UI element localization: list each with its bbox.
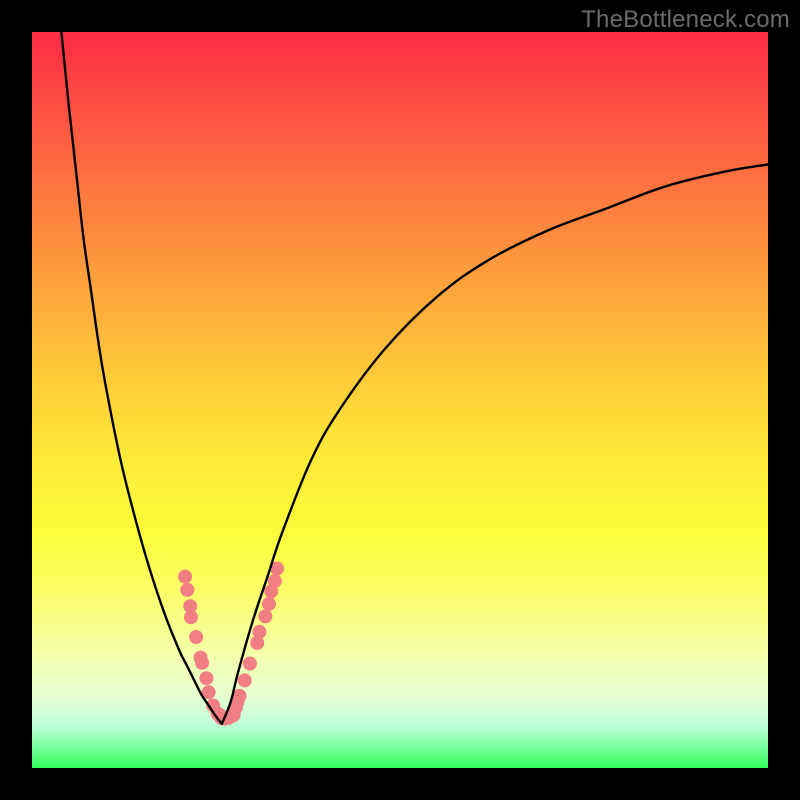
watermark-text: TheBottleneck.com (581, 6, 790, 34)
data-dot (252, 625, 266, 639)
data-dot (189, 630, 203, 644)
chart-svg (32, 32, 768, 768)
curve-left (61, 32, 221, 724)
chart-frame: TheBottleneck.com (0, 0, 800, 800)
plot-area (32, 32, 768, 768)
data-dot (178, 570, 192, 584)
data-dot (268, 574, 282, 588)
data-dot (258, 609, 272, 623)
data-dot (184, 610, 198, 624)
data-dot (180, 583, 194, 597)
curve-right (222, 164, 768, 723)
data-dot (243, 656, 257, 670)
data-dot (199, 671, 213, 685)
data-dot (238, 673, 252, 687)
data-dot (195, 656, 209, 670)
data-dot (262, 597, 276, 611)
